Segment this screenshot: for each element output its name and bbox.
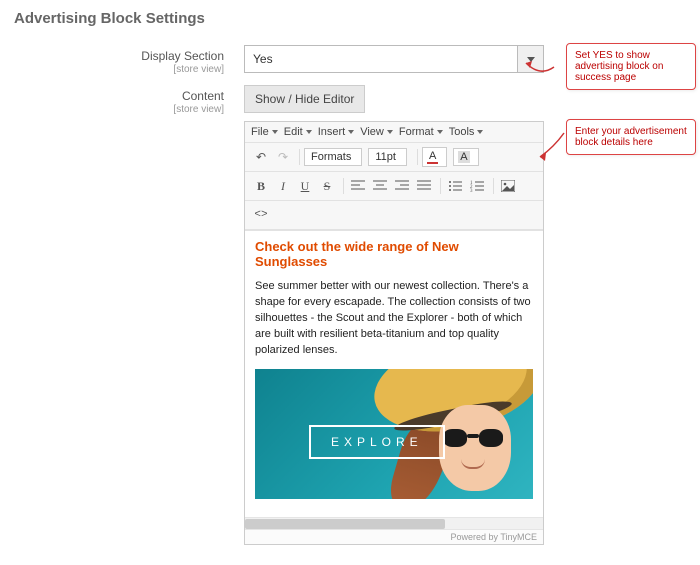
bold-icon[interactable]: B (251, 176, 271, 196)
italic-icon[interactable]: I (273, 176, 293, 196)
strikethrough-icon[interactable]: S (317, 176, 337, 196)
menu-edit[interactable]: Edit (284, 126, 312, 138)
wysiwyg-editor: File Edit Insert View Format Tools ↶ ↷ F… (244, 121, 544, 545)
content-scope: [store view] (14, 104, 224, 115)
content-label: Content (182, 89, 224, 103)
editor-toolbar-2: B I U S (245, 172, 543, 201)
explore-button: EXPLORE (309, 425, 445, 459)
redo-icon[interactable]: ↷ (273, 147, 293, 167)
align-center-icon[interactable] (370, 176, 390, 196)
display-section-select[interactable]: Yes (244, 45, 544, 73)
bgcolor-dropdown[interactable]: A (453, 148, 478, 166)
undo-icon[interactable]: ↶ (251, 147, 271, 167)
ad-banner-image: EXPLORE (255, 369, 533, 499)
align-left-icon[interactable] (348, 176, 368, 196)
editor-menubar: File Edit Insert View Format Tools (245, 122, 543, 143)
svg-text:3: 3 (470, 189, 473, 192)
underline-icon[interactable]: U (295, 176, 315, 196)
editor-statusbar: Powered by TinyMCE (245, 529, 543, 544)
menu-view[interactable]: View (360, 126, 393, 138)
ad-heading: Check out the wide range of New Sunglass… (255, 239, 533, 269)
menu-file[interactable]: File (251, 126, 278, 138)
display-section-label: Display Section (141, 49, 224, 63)
numbered-list-icon[interactable]: 123 (467, 176, 487, 196)
show-hide-editor-button[interactable]: Show / Hide Editor (244, 85, 365, 113)
source-code-icon[interactable]: <> (251, 205, 271, 225)
ad-paragraph: See summer better with our newest collec… (255, 279, 533, 359)
menu-tools[interactable]: Tools (449, 126, 484, 138)
callout-content: Enter your advertisement block details h… (566, 119, 696, 155)
display-section-value: Yes (245, 52, 517, 66)
bullet-list-icon[interactable] (445, 176, 465, 196)
menu-insert[interactable]: Insert (318, 126, 355, 138)
menu-format[interactable]: Format (399, 126, 443, 138)
insert-image-icon[interactable] (498, 176, 518, 196)
callout-display-section: Set YES to show advertising block on suc… (566, 43, 696, 90)
formats-dropdown[interactable]: Formats (304, 148, 362, 166)
powered-by-label: Powered by TinyMCE (450, 532, 537, 542)
editor-toolbar-1: ↶ ↷ Formats 11pt A A (245, 143, 543, 172)
align-right-icon[interactable] (392, 176, 412, 196)
field-content: Content [store view] Show / Hide Editor … (14, 85, 686, 545)
align-justify-icon[interactable] (414, 176, 434, 196)
fontcolor-dropdown[interactable]: A (422, 147, 447, 167)
field-display-section: Display Section [store view] Yes Set YES… (14, 45, 686, 75)
editor-content-area[interactable]: Check out the wide range of New Sunglass… (245, 230, 543, 507)
display-section-scope: [store view] (14, 64, 224, 75)
fontsize-dropdown[interactable]: 11pt (368, 148, 407, 166)
section-title: Advertising Block Settings (14, 10, 686, 27)
horizontal-scrollbar[interactable] (245, 517, 543, 529)
editor-toolbar-3: <> (245, 201, 543, 230)
